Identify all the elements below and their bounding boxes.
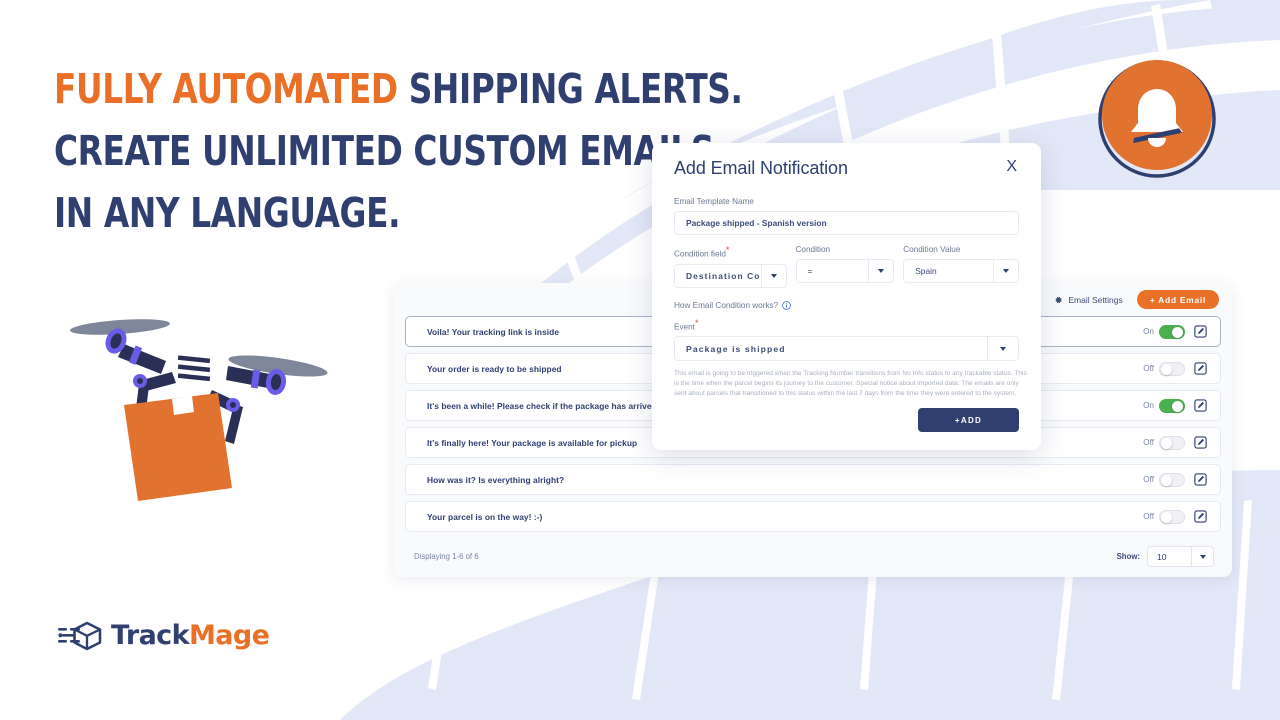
condition-field-value: Destination Co xyxy=(686,270,761,281)
bell-badge xyxy=(1096,56,1218,178)
show-select[interactable]: 10 xyxy=(1147,546,1214,567)
displaying-count: Displaying 1-6 of 6 xyxy=(414,552,479,561)
row-actions: Off xyxy=(1143,509,1207,524)
edit-icon[interactable] xyxy=(1194,325,1207,338)
toggle-state-label: Off xyxy=(1143,364,1154,373)
show-value: 10 xyxy=(1157,551,1167,562)
edit-icon[interactable] xyxy=(1194,362,1207,375)
condition-value-group: Condition Value Spain xyxy=(903,245,1019,288)
condition-label: Condition xyxy=(795,245,831,254)
row-actions: On xyxy=(1143,398,1207,413)
template-name-input[interactable] xyxy=(674,211,1019,235)
toggle-state-label: Off xyxy=(1143,512,1154,521)
row-actions: Off xyxy=(1143,435,1207,450)
edit-icon[interactable] xyxy=(1194,399,1207,412)
status-toggle-group: On xyxy=(1143,398,1185,413)
condition-field-group: Condition field* Destination Co xyxy=(674,245,787,288)
toggle-state-label: On xyxy=(1143,401,1154,410)
chevron-down-icon xyxy=(987,337,1018,361)
chevron-down-icon xyxy=(760,264,786,287)
condition-group: Condition = xyxy=(795,245,895,288)
required-marker: * xyxy=(694,317,699,328)
show-label: Show: xyxy=(1116,552,1140,561)
card-footer: Displaying 1-6 of 6 Show: 10 xyxy=(394,536,1232,577)
how-email-condition-works-link[interactable]: How Email Condition works? xyxy=(674,301,1019,310)
email-settings-button[interactable]: Email Settings xyxy=(1053,294,1123,305)
trackmage-logo: TrackMage xyxy=(58,620,270,651)
table-row[interactable]: How was it? Is everything alright? Off xyxy=(405,464,1221,495)
chevron-down-icon xyxy=(868,260,893,282)
show-per-page: Show: 10 xyxy=(1117,546,1214,567)
status-toggle-group: Off xyxy=(1143,472,1185,487)
shipping-box-icon xyxy=(58,621,102,650)
notification-title: Your parcel is on the way! :-) xyxy=(427,511,543,522)
edit-icon[interactable] xyxy=(1194,436,1207,449)
condition-value: = xyxy=(807,266,813,276)
status-toggle-group: On xyxy=(1143,324,1185,339)
condition-field-label-text: Condition field xyxy=(674,249,726,259)
event-select[interactable]: Package is shipped xyxy=(674,336,1019,362)
modal-header: Add Email Notification X xyxy=(674,158,1019,179)
add-button[interactable]: +ADD xyxy=(918,408,1019,432)
enable-toggle[interactable] xyxy=(1159,361,1185,376)
event-label-text: Event xyxy=(674,322,695,332)
enable-toggle[interactable] xyxy=(1159,472,1185,487)
headline-line-3: IN ANY LANGUAGE. xyxy=(54,189,401,237)
enable-toggle[interactable] xyxy=(1159,324,1185,339)
headline-highlight: FULLY AUTOMATED xyxy=(54,65,398,113)
headline-line-2: CREATE UNLIMITED CUSTOM EMAILS, xyxy=(54,127,727,175)
modal-title: Add Email Notification xyxy=(674,158,848,178)
enable-toggle[interactable] xyxy=(1159,398,1185,413)
condition-field-label: Condition field* xyxy=(674,245,787,259)
chevron-down-icon xyxy=(1191,547,1213,566)
event-label: Event* xyxy=(674,318,1019,332)
toggle-state-label: Off xyxy=(1143,475,1154,484)
status-toggle-group: Off xyxy=(1143,361,1185,376)
logo-mage: Mage xyxy=(188,620,270,651)
enable-toggle[interactable] xyxy=(1159,509,1185,524)
status-toggle-group: Off xyxy=(1143,509,1185,524)
logo-text: TrackMage xyxy=(111,620,270,651)
bell-icon xyxy=(1098,60,1216,178)
edit-icon[interactable] xyxy=(1194,510,1207,523)
enable-toggle[interactable] xyxy=(1159,435,1185,450)
event-value: Package is shipped xyxy=(686,343,786,354)
row-actions: Off xyxy=(1143,472,1207,487)
condition-value-value: Spain xyxy=(915,266,937,276)
email-settings-label: Email Settings xyxy=(1068,294,1123,305)
condition-value-select[interactable]: Spain xyxy=(903,259,1019,283)
table-row[interactable]: Your parcel is on the way! :-) Off xyxy=(405,501,1221,532)
condition-select[interactable]: = xyxy=(795,259,895,283)
template-name-label: Email Template Name xyxy=(674,197,754,206)
toggle-state-label: On xyxy=(1143,327,1154,336)
delivery-drone-icon xyxy=(70,319,328,501)
condition-field-select[interactable]: Destination Co xyxy=(674,263,787,288)
headline-line-1: FULLY AUTOMATED SHIPPING ALERTS. xyxy=(54,58,743,120)
headline-line-1-rest: SHIPPING ALERTS. xyxy=(408,65,743,113)
gear-icon xyxy=(1055,296,1063,303)
notification-title: How was it? Is everything alright? xyxy=(427,474,565,485)
row-actions: Off xyxy=(1143,361,1207,376)
drone-illustration xyxy=(60,308,336,525)
event-group: Event* Package is shipped xyxy=(674,318,1019,362)
condition-row: Condition field* Destination Co Conditio… xyxy=(674,245,1019,288)
page-headline: FULLY AUTOMATED SHIPPING ALERTS. CREATE … xyxy=(54,58,743,244)
event-help-text: This email is going to be triggered when… xyxy=(674,370,1027,397)
edit-icon[interactable] xyxy=(1194,473,1207,486)
toggle-state-label: Off xyxy=(1143,438,1154,447)
logo-track: Track xyxy=(111,620,190,651)
add-email-notification-modal: Add Email Notification X Email Template … xyxy=(652,143,1041,450)
required-marker: * xyxy=(725,245,730,255)
add-email-button[interactable]: + Add Email xyxy=(1136,290,1219,309)
status-toggle-group: Off xyxy=(1143,435,1185,450)
close-icon[interactable]: X xyxy=(1004,158,1019,176)
condition-value-label: Condition Value xyxy=(903,245,961,254)
row-actions: On xyxy=(1143,324,1207,339)
how-works-label: How Email Condition works? xyxy=(674,300,779,310)
chevron-down-icon xyxy=(993,260,1018,282)
info-icon xyxy=(782,300,792,310)
